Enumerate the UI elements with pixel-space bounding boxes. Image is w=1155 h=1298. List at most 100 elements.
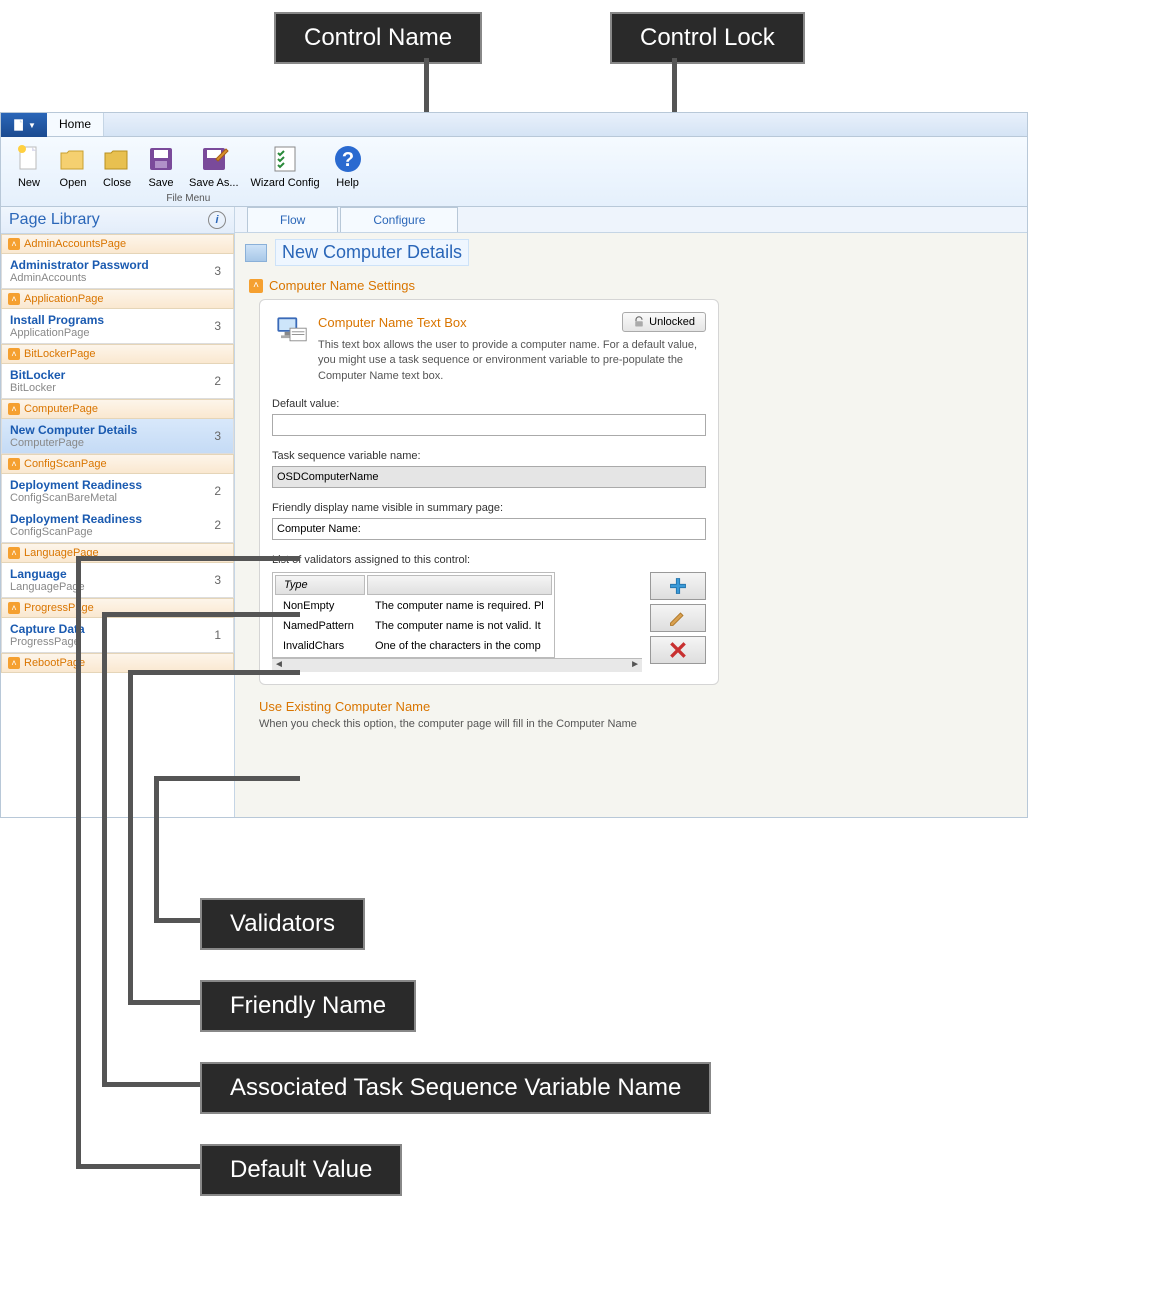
page-item-sub: AdminAccounts — [10, 272, 149, 284]
callout-line — [154, 776, 159, 922]
validator-msg: The computer name is not valid. It — [367, 617, 552, 635]
validators-table[interactable]: Type NonEmptyThe computer name is requir… — [272, 572, 555, 658]
control-panel: Computer Name Text Box Unlocked This tex… — [259, 299, 719, 685]
ribbon-save-as[interactable]: Save As... — [183, 141, 245, 191]
use-existing-desc: When you check this option, the computer… — [259, 718, 1013, 730]
category-name: AdminAccountsPage — [24, 238, 126, 250]
validators-hscroll[interactable]: ◄► — [272, 658, 642, 672]
app-window: ▼ Home New Open Close S — [0, 112, 1028, 818]
lock-open-icon — [633, 316, 645, 328]
chevron-up-icon: ˄ — [8, 238, 20, 250]
page-item-count: 2 — [214, 374, 221, 388]
callout-assoc-var: Associated Task Sequence Variable Name — [200, 1062, 711, 1114]
page-library-item[interactable]: Deployment ReadinessConfigScanPage 2 — [2, 508, 233, 542]
control-title: Computer Name Text Box — [318, 315, 467, 330]
svg-text:?: ? — [342, 149, 354, 171]
checklist-icon — [269, 143, 301, 175]
lock-button[interactable]: Unlocked — [622, 312, 706, 332]
page-item-count: 3 — [214, 319, 221, 333]
section-header[interactable]: ˄ Computer Name Settings — [245, 272, 1013, 299]
page-item-sub: ProgressPage — [10, 636, 85, 648]
page-item-name: Deployment Readiness — [10, 478, 142, 492]
save-as-icon — [198, 143, 230, 175]
page-item-name: Deployment Readiness — [10, 512, 142, 526]
ribbon-wizard-config[interactable]: Wizard Config — [245, 141, 326, 191]
page-item-sub: ConfigScanPage — [10, 526, 142, 538]
category-name: ProgressPage — [24, 602, 94, 614]
validator-row[interactable]: NonEmptyThe computer name is required. P… — [275, 597, 552, 615]
chevron-up-icon: ˄ — [8, 602, 20, 614]
ribbon-close[interactable]: Close — [95, 141, 139, 191]
category-name: ApplicationPage — [24, 293, 104, 305]
validator-delete-button[interactable] — [650, 636, 706, 664]
category-header[interactable]: ˄ApplicationPage — [1, 289, 234, 309]
page-library-item[interactable]: Administrator PasswordAdminAccounts3 — [2, 254, 233, 288]
validator-type: NamedPattern — [275, 617, 365, 635]
page-list[interactable]: ˄AdminAccountsPageAdministrator Password… — [1, 234, 234, 817]
tab-home[interactable]: Home — [47, 113, 104, 136]
subtab-configure[interactable]: Configure — [340, 207, 458, 232]
page-library-item[interactable]: LanguageLanguagePage3 — [2, 563, 233, 597]
page-header-icon — [245, 244, 267, 262]
folder-close-icon — [101, 143, 133, 175]
info-icon[interactable]: i — [208, 211, 226, 229]
friendly-name-label: Friendly display name visible in summary… — [272, 502, 706, 514]
validator-add-button[interactable] — [650, 572, 706, 600]
page-item-count: 3 — [214, 264, 221, 278]
callout-line — [102, 612, 300, 617]
validators-col-msg[interactable] — [367, 575, 552, 595]
ribbon-help[interactable]: ? Help — [326, 141, 370, 191]
page-library-item[interactable]: Deployment ReadinessConfigScanBareMetal2 — [2, 474, 233, 508]
page-item-name: BitLocker — [10, 368, 65, 382]
computer-icon — [272, 312, 308, 348]
ribbon-save[interactable]: Save — [139, 141, 183, 191]
category-header[interactable]: ˄BitLockerPage — [1, 344, 234, 364]
ts-var-label: Task sequence variable name: — [272, 450, 706, 462]
ribbon-open[interactable]: Open — [51, 141, 95, 191]
default-value-label: Default value: — [272, 398, 706, 410]
callout-line — [76, 556, 81, 1168]
control-description: This text box allows the user to provide… — [318, 338, 706, 384]
validator-row[interactable]: InvalidCharsOne of the characters in the… — [275, 637, 552, 655]
chevron-up-icon: ˄ — [8, 348, 20, 360]
category-header[interactable]: ˄ComputerPage — [1, 399, 234, 419]
callout-line — [128, 670, 133, 1004]
category-name: ConfigScanPage — [24, 458, 107, 470]
sidebar: Page Library i ˄AdminAccountsPageAdminis… — [1, 207, 235, 817]
page-item-count: 3 — [214, 429, 221, 443]
validator-msg: The computer name is required. Pl — [367, 597, 552, 615]
page-item-count: 1 — [214, 628, 221, 642]
default-value-input[interactable] — [272, 414, 706, 436]
new-file-icon — [13, 143, 45, 175]
validators-label: List of validators assigned to this cont… — [272, 554, 706, 566]
callout-line — [154, 918, 200, 923]
ribbon-tabs: ▼ Home — [1, 113, 1027, 137]
chevron-up-icon: ˄ — [8, 403, 20, 415]
validator-edit-button[interactable] — [650, 604, 706, 632]
callout-line — [76, 1164, 200, 1169]
ts-var-input — [272, 466, 706, 488]
category-header[interactable]: ˄ AdminAccountsPage — [1, 234, 234, 254]
category-header[interactable]: ˄ ConfigScanPage — [1, 454, 234, 474]
page-item-count: 2 — [214, 484, 221, 498]
help-icon: ? — [332, 143, 364, 175]
page-item-name: Language — [10, 567, 85, 581]
subtab-flow[interactable]: Flow — [247, 207, 338, 232]
scroll-area[interactable]: ˄ Computer Name Settings Computer Name T… — [235, 272, 1027, 817]
page-item-count: 2 — [214, 518, 221, 532]
validator-row[interactable]: NamedPatternThe computer name is not val… — [275, 617, 552, 635]
validators-col-type[interactable]: Type — [275, 575, 365, 595]
callout-control-lock: Control Lock — [610, 12, 805, 64]
document-icon — [12, 118, 26, 132]
page-library-item[interactable]: Install ProgramsApplicationPage3 — [2, 309, 233, 343]
page-library-item[interactable]: New Computer DetailsComputerPage3 — [2, 419, 233, 453]
folder-open-icon — [57, 143, 89, 175]
office-menu-button[interactable]: ▼ — [1, 113, 47, 137]
friendly-name-input[interactable] — [272, 518, 706, 540]
ribbon-new[interactable]: New — [7, 141, 51, 191]
chevron-up-icon: ˄ — [8, 458, 20, 470]
content-area: Flow Configure New Computer Details ˄ Co… — [235, 207, 1027, 817]
page-library-item[interactable]: Capture DataProgressPage1 — [2, 618, 233, 652]
page-library-item[interactable]: BitLockerBitLocker2 — [2, 364, 233, 398]
callout-line — [128, 1000, 200, 1005]
